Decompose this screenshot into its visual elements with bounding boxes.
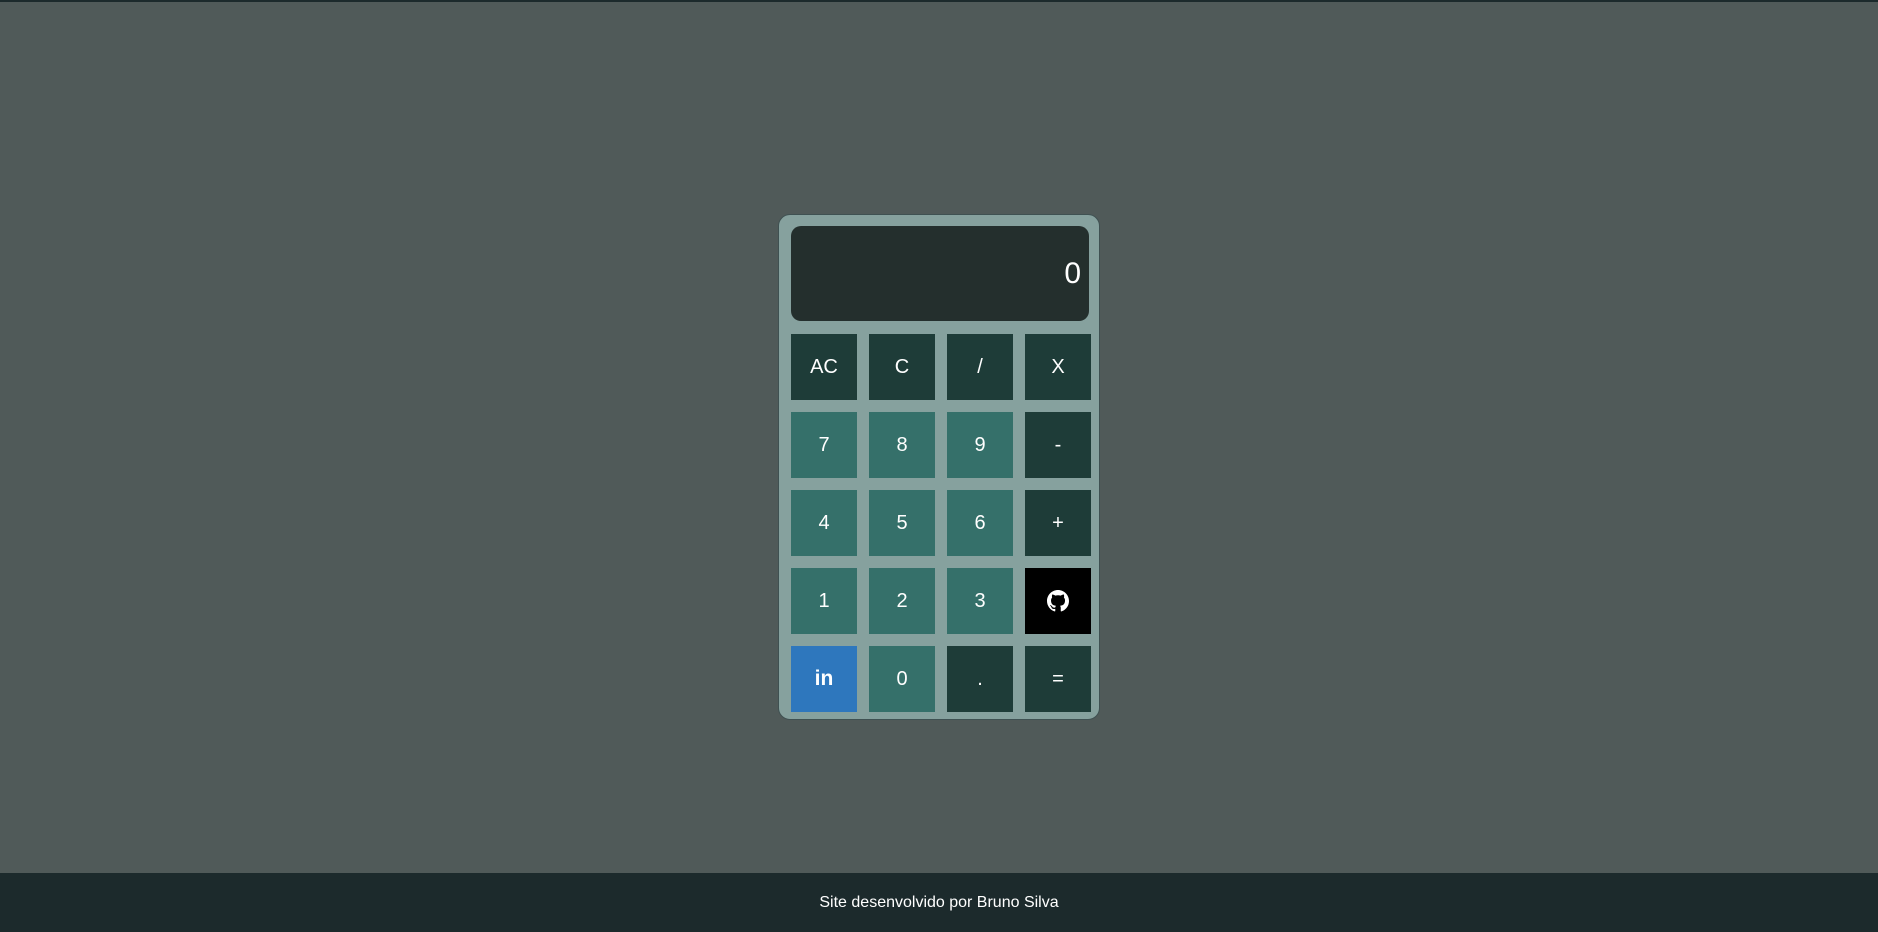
calculator: 0 AC C / X 7 8 9 - 4 5 6 + 1 2 3 in 0 . … <box>778 214 1100 720</box>
digit-2-button[interactable]: 2 <box>869 568 935 634</box>
top-border <box>0 0 1878 2</box>
digit-8-button[interactable]: 8 <box>869 412 935 478</box>
minus-button[interactable]: - <box>1025 412 1091 478</box>
digit-5-button[interactable]: 5 <box>869 490 935 556</box>
digit-1-button[interactable]: 1 <box>791 568 857 634</box>
all-clear-button[interactable]: AC <box>791 334 857 400</box>
digit-3-button[interactable]: 3 <box>947 568 1013 634</box>
plus-button[interactable]: + <box>1025 490 1091 556</box>
github-icon <box>1047 590 1069 612</box>
digit-6-button[interactable]: 6 <box>947 490 1013 556</box>
digit-7-button[interactable]: 7 <box>791 412 857 478</box>
footer: Site desenvolvido por Bruno Silva <box>0 873 1878 932</box>
multiply-button[interactable]: X <box>1025 334 1091 400</box>
equals-button[interactable]: = <box>1025 646 1091 712</box>
linkedin-icon: in <box>814 667 834 690</box>
footer-credit-text: Site desenvolvido por Bruno Silva <box>819 893 1059 911</box>
github-link-button[interactable] <box>1025 568 1091 634</box>
keypad: AC C / X 7 8 9 - 4 5 6 + 1 2 3 in 0 . = <box>791 334 1091 712</box>
clear-button[interactable]: C <box>869 334 935 400</box>
digit-9-button[interactable]: 9 <box>947 412 1013 478</box>
digit-4-button[interactable]: 4 <box>791 490 857 556</box>
linkedin-link-button[interactable]: in <box>791 646 857 712</box>
display-value: 0 <box>1064 256 1081 290</box>
digit-0-button[interactable]: 0 <box>869 646 935 712</box>
divide-button[interactable]: / <box>947 334 1013 400</box>
calculator-display: 0 <box>791 226 1089 321</box>
decimal-point-button[interactable]: . <box>947 646 1013 712</box>
